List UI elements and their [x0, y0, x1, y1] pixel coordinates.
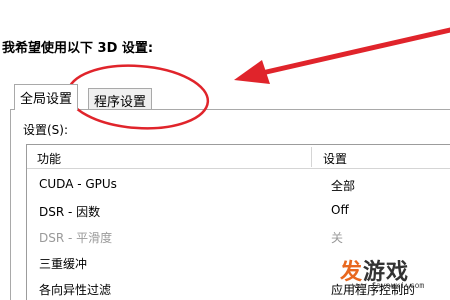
tab-global-settings[interactable]: 全局设置	[14, 84, 79, 110]
settings-label: 设置(S):	[23, 123, 69, 137]
watermark-url: www.fayouxi.com	[352, 281, 425, 290]
table-row: DSR - 平滑度 关	[27, 225, 450, 251]
row-feature: DSR - 因数	[39, 205, 101, 219]
column-header-feature[interactable]: 功能	[37, 150, 61, 167]
column-divider[interactable]	[311, 147, 312, 167]
row-feature: 三重缓冲	[39, 257, 88, 271]
row-setting[interactable]: Off	[331, 203, 349, 217]
table-row[interactable]: DSR - 因数 Off	[27, 199, 450, 225]
site-watermark: 发游戏 www.fayouxi.com	[326, 254, 436, 298]
column-header-setting[interactable]: 设置	[323, 150, 347, 167]
grid-header: 功能 设置	[27, 145, 450, 169]
row-feature: CUDA - GPUs	[39, 177, 117, 191]
red-arrow-icon	[234, 27, 450, 84]
row-feature: 各向异性过滤	[39, 283, 112, 297]
tab-program-settings[interactable]: 程序设置	[88, 88, 153, 110]
page-heading: 我希望使用以下 3D 设置:	[2, 41, 154, 56]
row-feature: DSR - 平滑度	[39, 231, 113, 245]
table-row[interactable]: CUDA - GPUs 全部	[27, 173, 450, 199]
tab-strip: 全局设置 程序设置	[10, 84, 450, 110]
row-setting[interactable]: 全部	[331, 177, 355, 194]
row-setting: 关	[331, 231, 344, 245]
